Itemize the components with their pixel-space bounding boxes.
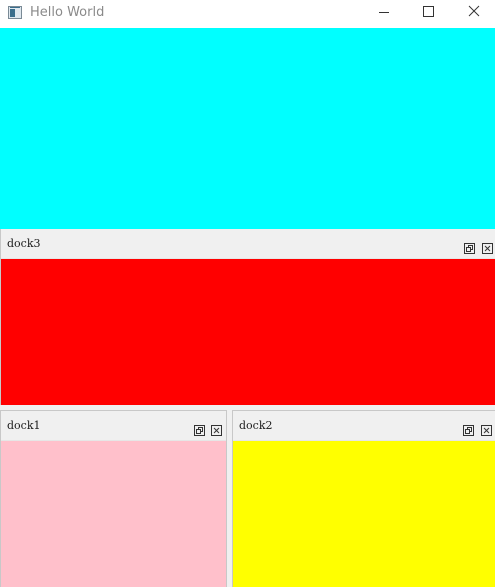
float-button[interactable]: [463, 421, 474, 436]
app-window-icon: [8, 6, 22, 19]
float-button[interactable]: [464, 239, 475, 254]
dock-title-bar[interactable]: dock1: [1, 411, 226, 441]
float-icon: [464, 243, 475, 254]
close-icon: [211, 425, 222, 436]
maximize-icon: [423, 6, 434, 17]
float-icon: [194, 425, 205, 436]
dock-close-button[interactable]: [481, 421, 492, 436]
central-widget: [0, 28, 495, 229]
window-title: Hello World: [30, 5, 105, 20]
dock-content-red: [1, 259, 495, 405]
dock-close-button[interactable]: [482, 239, 493, 254]
dock-title-bar[interactable]: dock3: [1, 229, 495, 259]
dock-title-bar[interactable]: dock2: [233, 411, 495, 441]
title-bar[interactable]: Hello World: [0, 0, 495, 28]
dock-widget-dock2: dock2: [232, 410, 495, 587]
dock-title: dock2: [239, 419, 273, 432]
close-icon: [482, 243, 493, 254]
dock-widget-dock3: dock3: [0, 229, 495, 405]
close-window-button[interactable]: [451, 0, 495, 28]
close-icon: [468, 5, 480, 17]
dock-close-button[interactable]: [211, 421, 222, 436]
main-window: Hello World dock3 dock1 dock2: [0, 0, 495, 587]
dock-widget-dock1: dock1: [0, 410, 227, 587]
float-button[interactable]: [194, 421, 205, 436]
close-icon: [481, 425, 492, 436]
float-icon: [463, 425, 474, 436]
maximize-button[interactable]: [406, 0, 452, 28]
minimize-icon: [379, 12, 389, 13]
minimize-button[interactable]: [360, 0, 406, 28]
dock-title: dock1: [7, 419, 41, 432]
dock-content-pink: [1, 441, 226, 587]
dock-content-yellow: [233, 441, 495, 587]
dock-title: dock3: [7, 237, 41, 250]
